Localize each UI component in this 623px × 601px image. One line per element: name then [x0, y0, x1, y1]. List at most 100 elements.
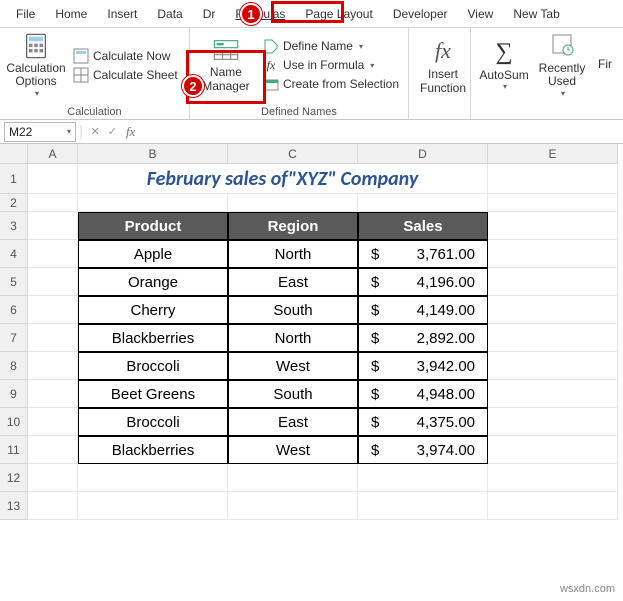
table-cell-sales[interactable]: $4,948.00 [358, 380, 488, 408]
table-cell-region[interactable]: West [228, 352, 358, 380]
select-all-corner[interactable] [0, 144, 28, 164]
cell[interactable] [228, 464, 358, 492]
cell[interactable] [28, 464, 78, 492]
cell[interactable] [28, 380, 78, 408]
col-header[interactable]: A [28, 144, 78, 164]
cell[interactable] [28, 352, 78, 380]
row-header[interactable]: 4 [0, 240, 28, 268]
create-from-selection-button[interactable]: Create from Selection [260, 75, 402, 93]
cell[interactable] [78, 194, 228, 212]
cell[interactable] [28, 194, 78, 212]
autosum-button[interactable]: ∑ AutoSum ▾ [477, 37, 531, 94]
fx-icon[interactable]: fx [122, 124, 139, 140]
cell[interactable] [488, 324, 618, 352]
tab-insert[interactable]: Insert [97, 3, 147, 25]
table-cell-product[interactable]: Orange [78, 268, 228, 296]
formula-input[interactable] [141, 122, 623, 142]
table-cell-region[interactable]: East [228, 408, 358, 436]
worksheet-grid[interactable]: A B C D E 1 February sales of"XYZ" Compa… [0, 144, 623, 520]
table-cell-sales[interactable]: $3,974.00 [358, 436, 488, 464]
cell[interactable] [488, 268, 618, 296]
row-header[interactable]: 3 [0, 212, 28, 240]
row-header[interactable]: 7 [0, 324, 28, 352]
col-header[interactable]: D [358, 144, 488, 164]
cell[interactable] [488, 212, 618, 240]
cell[interactable] [228, 492, 358, 520]
row-header[interactable]: 2 [0, 194, 28, 212]
row-header[interactable]: 5 [0, 268, 28, 296]
cancel-icon[interactable]: ✕ [88, 125, 103, 138]
cell[interactable] [28, 324, 78, 352]
table-cell-product[interactable]: Blackberries [78, 324, 228, 352]
table-cell-region[interactable]: West [228, 436, 358, 464]
col-header[interactable]: C [228, 144, 358, 164]
calculation-options-button[interactable]: Calculation Options ▾ [6, 30, 66, 101]
col-header[interactable]: B [78, 144, 228, 164]
cell[interactable] [28, 268, 78, 296]
row-header[interactable]: 12 [0, 464, 28, 492]
tab-home[interactable]: Home [45, 3, 97, 25]
table-cell-sales[interactable]: $4,149.00 [358, 296, 488, 324]
cell[interactable] [28, 408, 78, 436]
cell[interactable] [358, 492, 488, 520]
table-cell-product[interactable]: Broccoli [78, 352, 228, 380]
table-cell-region[interactable]: North [228, 240, 358, 268]
cell[interactable] [228, 194, 358, 212]
tab-newtab[interactable]: New Tab [503, 3, 569, 25]
row-header[interactable]: 11 [0, 436, 28, 464]
row-header[interactable]: 1 [0, 164, 28, 194]
row-header[interactable]: 10 [0, 408, 28, 436]
table-header-region[interactable]: Region [228, 212, 358, 240]
cell[interactable] [28, 212, 78, 240]
row-header[interactable]: 6 [0, 296, 28, 324]
row-header[interactable]: 13 [0, 492, 28, 520]
tab-developer[interactable]: Developer [383, 3, 458, 25]
cell[interactable] [78, 492, 228, 520]
cell[interactable] [488, 164, 618, 194]
name-manager-button[interactable]: Name Manager [196, 34, 256, 96]
table-cell-region[interactable]: East [228, 268, 358, 296]
calculate-now-button[interactable]: Calculate Now [70, 47, 181, 65]
table-cell-sales[interactable]: $4,375.00 [358, 408, 488, 436]
table-cell-region[interactable]: South [228, 380, 358, 408]
name-box[interactable]: M22 ▾ [4, 122, 76, 142]
cell[interactable] [78, 464, 228, 492]
cell[interactable] [488, 194, 618, 212]
cell[interactable] [488, 240, 618, 268]
table-cell-sales[interactable]: $2,892.00 [358, 324, 488, 352]
col-header[interactable]: E [488, 144, 618, 164]
cell[interactable] [358, 464, 488, 492]
row-header[interactable]: 8 [0, 352, 28, 380]
table-cell-region[interactable]: South [228, 296, 358, 324]
financial-button[interactable]: Fir [593, 56, 617, 74]
tab-file[interactable]: File [6, 3, 45, 25]
table-cell-product[interactable]: Apple [78, 240, 228, 268]
table-cell-region[interactable]: North [228, 324, 358, 352]
cell[interactable] [488, 436, 618, 464]
enter-icon[interactable]: ✓ [105, 125, 120, 138]
title-cell[interactable]: February sales of"XYZ" Company [78, 164, 488, 194]
table-cell-product[interactable]: Broccoli [78, 408, 228, 436]
table-cell-product[interactable]: Beet Greens [78, 380, 228, 408]
tab-view[interactable]: View [458, 3, 504, 25]
cell[interactable] [488, 352, 618, 380]
calculate-sheet-button[interactable]: Calculate Sheet [70, 66, 181, 84]
table-cell-sales[interactable]: $4,196.00 [358, 268, 488, 296]
tab-data[interactable]: Data [147, 3, 192, 25]
cell[interactable] [28, 296, 78, 324]
define-name-button[interactable]: Define Name ▾ [260, 37, 402, 55]
cell[interactable] [488, 408, 618, 436]
table-header-sales[interactable]: Sales [358, 212, 488, 240]
tab-draw[interactable]: Dr [193, 3, 226, 25]
table-cell-sales[interactable]: $3,761.00 [358, 240, 488, 268]
use-in-formula-button[interactable]: fx Use in Formula ▾ [260, 56, 402, 74]
row-header[interactable]: 9 [0, 380, 28, 408]
cell[interactable] [488, 380, 618, 408]
cell[interactable] [488, 492, 618, 520]
table-cell-product[interactable]: Blackberries [78, 436, 228, 464]
cell[interactable] [488, 464, 618, 492]
insert-function-button[interactable]: fx Insert Function [415, 30, 471, 98]
table-cell-sales[interactable]: $3,942.00 [358, 352, 488, 380]
cell[interactable] [28, 164, 78, 194]
recently-used-button[interactable]: Recently Used ▾ [535, 30, 589, 101]
